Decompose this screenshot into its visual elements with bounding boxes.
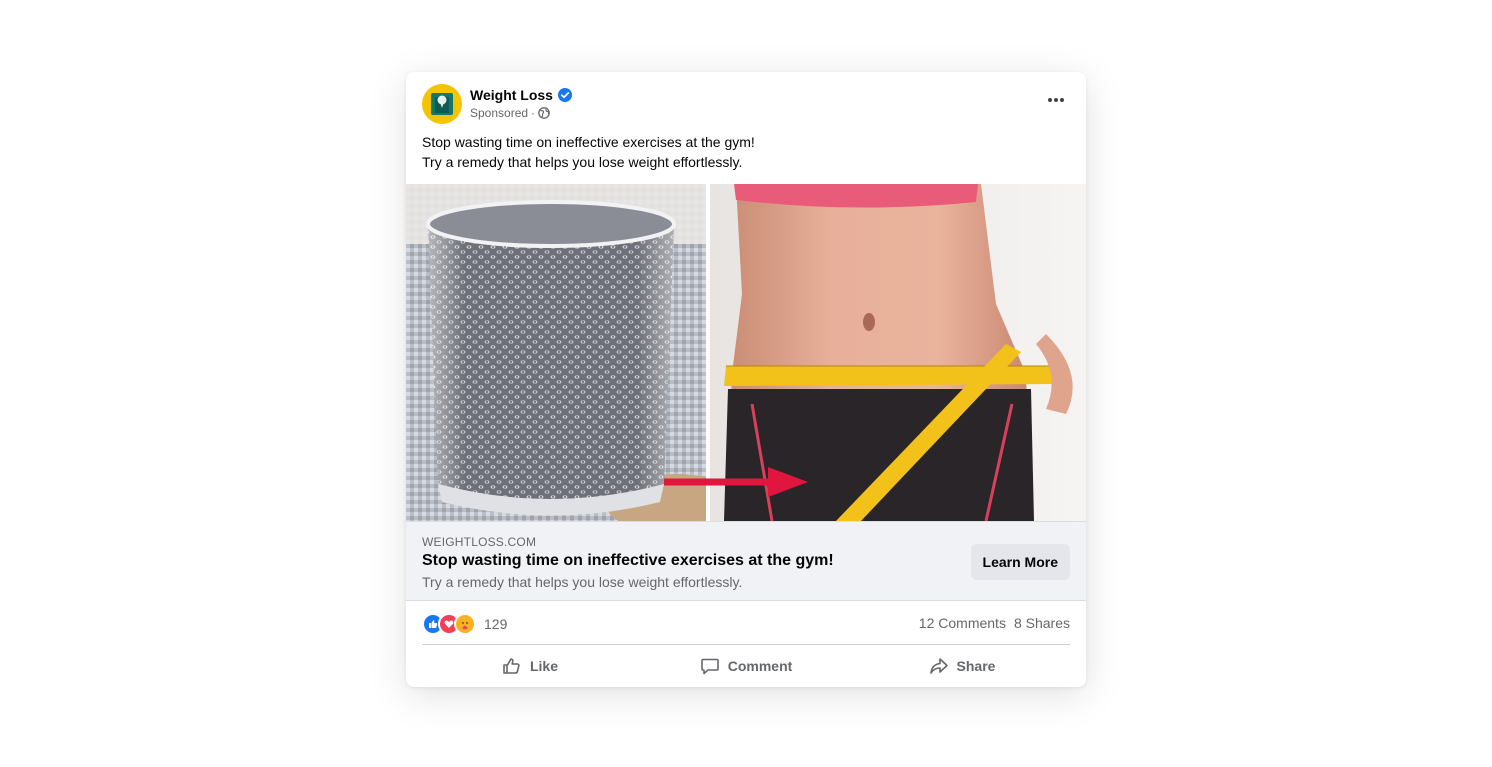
- globe-icon[interactable]: [538, 107, 550, 119]
- comment-share-counts: 12 Comments 8 Shares: [919, 615, 1070, 631]
- post-meta: Sponsored ·: [470, 106, 550, 120]
- reactions-summary[interactable]: 129: [422, 613, 507, 635]
- link-description: Try a remedy that helps you lose weight …: [422, 574, 743, 590]
- chia-drink-and-waist-photo: [406, 184, 1086, 521]
- comments-count[interactable]: 12 Comments: [919, 615, 1006, 631]
- page-avatar[interactable]: [422, 84, 462, 124]
- post-text: Stop wasting time on ineffective exercis…: [422, 132, 1062, 172]
- post-actions: Like Comment Share: [422, 645, 1070, 687]
- post-text-line-1: Stop wasting time on ineffective exercis…: [422, 134, 755, 150]
- learn-more-button[interactable]: Learn More: [970, 544, 1070, 580]
- post-text-line-2: Try a remedy that helps you lose weight …: [422, 154, 743, 170]
- link-preview[interactable]: WEIGHTLOSS.COM Stop wasting time on inef…: [406, 521, 1086, 601]
- reaction-count[interactable]: 129: [484, 616, 507, 632]
- more-options-button[interactable]: [1040, 90, 1072, 110]
- comment-button[interactable]: Comment: [638, 645, 854, 687]
- share-button[interactable]: Share: [854, 645, 1070, 687]
- sponsored-label[interactable]: Sponsored: [470, 106, 528, 120]
- scale-logo-icon: [431, 93, 453, 115]
- link-title[interactable]: Stop wasting time on ineffective exercis…: [422, 552, 834, 570]
- shares-count[interactable]: 8 Shares: [1014, 615, 1070, 631]
- verified-badge-icon: [557, 88, 572, 102]
- share-label: Share: [956, 658, 996, 674]
- care-reaction-icon: [454, 613, 476, 635]
- more-horizontal-icon: [1048, 98, 1064, 102]
- comment-label: Comment: [727, 658, 793, 674]
- page-name[interactable]: Weight Loss: [470, 87, 553, 103]
- engagement-stats: 129 12 Comments 8 Shares: [422, 601, 1070, 645]
- post-image[interactable]: [406, 184, 1086, 521]
- comment-bubble-icon: [700, 658, 719, 675]
- sponsored-post-card: Weight Loss Sponsored · Stop wasting tim…: [406, 72, 1086, 687]
- post-header: Weight Loss Sponsored ·: [422, 84, 1072, 124]
- share-arrow-icon: [929, 658, 948, 674]
- thumbs-up-icon: [503, 658, 520, 674]
- like-label: Like: [529, 658, 558, 674]
- like-button[interactable]: Like: [422, 645, 638, 687]
- meta-separator: ·: [531, 106, 536, 120]
- page-name-row: Weight Loss: [470, 87, 572, 103]
- link-domain: WEIGHTLOSS.COM: [422, 535, 537, 549]
